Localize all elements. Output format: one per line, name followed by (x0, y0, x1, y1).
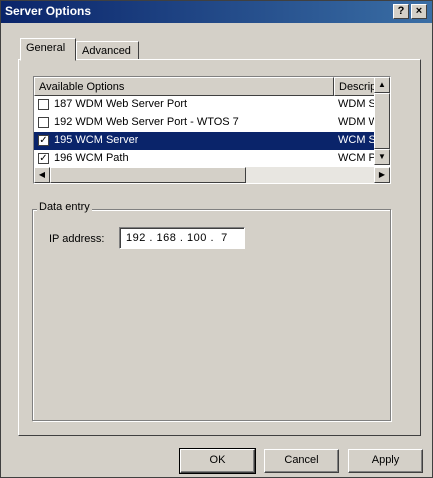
available-options-list[interactable]: Available Options Description 187 WDM We… (33, 76, 391, 184)
list-header: Available Options Description (34, 77, 390, 96)
arrow-up-icon: ▲ (378, 80, 386, 89)
option-description: WCM Path (338, 152, 378, 164)
arrow-down-icon: ▼ (378, 152, 386, 161)
option-checkbox[interactable]: ✓ (38, 135, 49, 146)
option-description: WDM Web (338, 116, 378, 128)
horizontal-scroll-thumb[interactable] (50, 167, 246, 183)
option-name: 192 WDM Web Server Port - WTOS 7 (54, 116, 239, 128)
cancel-button[interactable]: Cancel (264, 449, 339, 473)
option-name: 187 WDM Web Server Port (54, 98, 188, 110)
scroll-right-button[interactable]: ▶ (374, 167, 390, 183)
title-bar[interactable]: Server Options ? × (1, 1, 432, 23)
column-header-label: Available Options (39, 81, 125, 93)
apply-button[interactable]: Apply (348, 449, 423, 473)
option-checkbox[interactable] (38, 117, 49, 128)
help-button[interactable]: ? (393, 4, 409, 19)
option-name: 195 WCM Server (54, 134, 139, 146)
data-entry-group-label: Data entry (37, 201, 92, 213)
ok-button[interactable]: OK (179, 448, 256, 474)
option-description: WCM Serve (338, 134, 378, 146)
tab-advanced-label: Advanced (82, 45, 131, 57)
checkmark-icon: ✓ (39, 135, 48, 146)
tab-advanced[interactable]: Advanced (76, 41, 139, 61)
close-icon: × (415, 5, 423, 17)
apply-button-label: Apply (371, 454, 400, 466)
vertical-scrollbar[interactable]: ▲ ▼ (374, 77, 390, 165)
vertical-scroll-thumb[interactable] (374, 93, 390, 149)
arrow-right-icon: ▶ (378, 170, 386, 179)
ip-address-label: IP address: (49, 233, 105, 245)
list-item[interactable]: ✓ 196 WCM Path WCM Path (34, 150, 378, 168)
scroll-up-button[interactable]: ▲ (374, 77, 390, 93)
tab-general[interactable]: General (20, 38, 76, 61)
list-item[interactable]: ✓ 195 WCM Server WCM Serve (34, 132, 378, 150)
ok-button-label: OK (209, 454, 226, 466)
list-item[interactable]: 187 WDM Web Server Port WDM Serve (34, 96, 378, 114)
checkmark-icon: ✓ (39, 153, 48, 164)
help-icon: ? (397, 5, 405, 17)
scroll-left-button[interactable]: ◀ (34, 167, 50, 183)
ip-address-field[interactable]: 192 . 168 . 100 . 7 (119, 227, 245, 249)
option-description: WDM Serve (338, 98, 378, 110)
option-checkbox[interactable] (38, 99, 49, 110)
column-header-available-options[interactable]: Available Options (34, 77, 334, 96)
horizontal-scrollbar[interactable]: ◀ ▶ (34, 167, 390, 183)
tab-general-label: General (26, 42, 66, 54)
arrow-left-icon: ◀ (38, 170, 46, 179)
close-button[interactable]: × (411, 4, 427, 19)
option-checkbox[interactable]: ✓ (38, 153, 49, 164)
list-item[interactable]: 192 WDM Web Server Port - WTOS 7 WDM Web (34, 114, 378, 132)
window-title: Server Options (5, 4, 92, 18)
option-name: 196 WCM Path (54, 152, 129, 164)
server-options-dialog: Server Options ? × General Advanced Avai… (0, 0, 433, 478)
scroll-down-button[interactable]: ▼ (374, 149, 390, 165)
cancel-button-label: Cancel (284, 454, 319, 466)
